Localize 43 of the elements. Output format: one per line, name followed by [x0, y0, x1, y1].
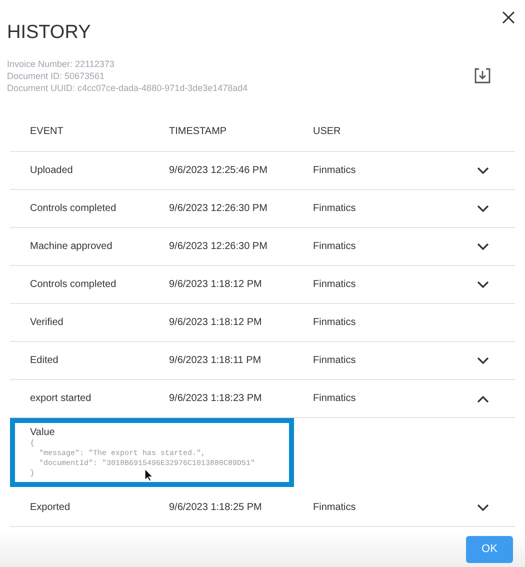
chevron-down-icon[interactable]	[477, 280, 489, 288]
chevron-down-icon[interactable]	[477, 204, 489, 212]
user-cell-text: Finmatics	[313, 354, 357, 368]
document-info-text: Document ID: 50673561	[7, 70, 106, 82]
mouse-cursor-icon	[144, 468, 153, 482]
column-header: EVENT	[29, 125, 64, 139]
event-cell-text: Machine approved	[29, 240, 114, 254]
user-cell-text: Finmatics	[313, 392, 357, 406]
ok-button[interactable]: OK	[466, 536, 513, 562]
event-cell-text: Controls completed	[29, 202, 118, 216]
dialog-title: HISTORY	[7, 22, 92, 44]
user-cell-text: Finmatics	[313, 501, 357, 515]
download-icon[interactable]	[474, 68, 491, 84]
column-header: TIMESTAMP	[169, 125, 228, 139]
chevron-down-icon[interactable]	[477, 242, 489, 250]
event-cell-text: Edited	[29, 354, 60, 368]
event-cell-text: Verified	[29, 316, 64, 330]
chevron-up-icon[interactable]	[477, 394, 489, 402]
user-cell-text: Finmatics	[313, 316, 357, 330]
timestamp-cell-text: 9/6/2023 12:26:30 PM	[169, 240, 268, 254]
chevron-down-icon[interactable]	[477, 356, 489, 364]
value-label: Value	[30, 426, 56, 439]
timestamp-cell-text: 9/6/2023 1:18:23 PM	[169, 392, 263, 406]
timestamp-cell-text: 9/6/2023 1:18:25 PM	[169, 501, 263, 515]
user-cell-text: Finmatics	[313, 202, 357, 216]
chevron-down-icon[interactable]	[477, 504, 489, 512]
document-info-text: Document UUID: c4cc07ce-dada-4880-971d-3de3e1478ad4	[7, 82, 249, 94]
event-cell-text: Exported	[29, 501, 72, 515]
timestamp-cell-text: 9/6/2023 12:26:30 PM	[169, 202, 268, 216]
document-info-text: Invoice Number: 22112373	[7, 58, 116, 70]
user-cell-text: Finmatics	[313, 164, 357, 178]
timestamp-cell-text: 9/6/2023 1:18:11 PM	[169, 354, 262, 368]
timestamp-cell-text: 9/6/2023 12:25:46 PM	[169, 164, 268, 178]
user-cell-text: Finmatics	[313, 278, 357, 292]
event-cell-text: Uploaded	[29, 164, 74, 178]
close-icon[interactable]	[502, 11, 515, 24]
timestamp-cell-text: 9/6/2023 1:18:12 PM	[169, 278, 263, 292]
chevron-down-icon[interactable]	[477, 166, 489, 174]
user-cell-text: Finmatics	[313, 240, 357, 254]
event-cell-text: export started	[29, 392, 92, 406]
column-header: USER	[313, 125, 342, 139]
event-cell-text: Controls completed	[29, 278, 118, 292]
timestamp-cell-text: 9/6/2023 1:18:12 PM	[169, 316, 263, 330]
